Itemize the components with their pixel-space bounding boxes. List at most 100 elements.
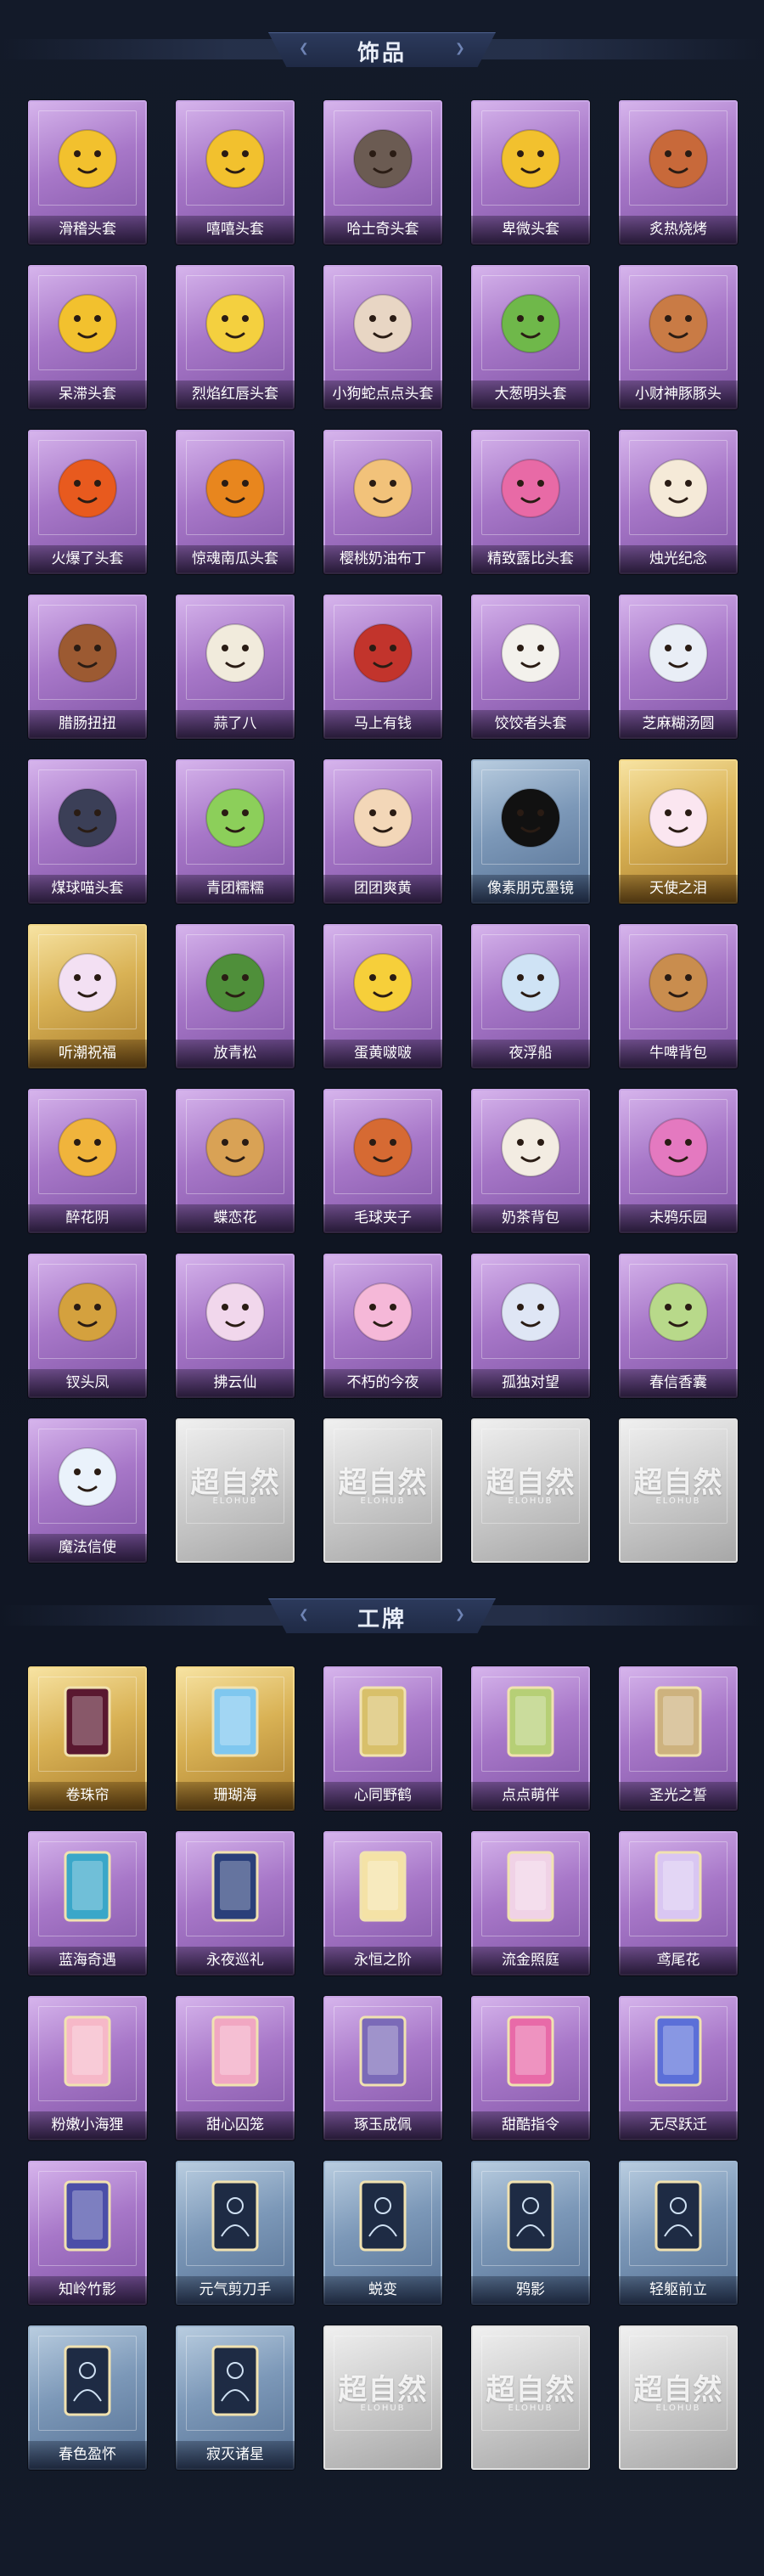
locked-card[interactable]: 超自然 ELOHUB bbox=[323, 2325, 442, 2470]
collection-card[interactable]: 元气剪刀手 bbox=[176, 2161, 295, 2305]
collection-card[interactable]: 呆滞头套 bbox=[28, 265, 147, 409]
card-art bbox=[176, 1269, 295, 1352]
locked-card[interactable]: 超自然 ELOHUB bbox=[471, 1418, 590, 1563]
collection-card[interactable]: 惊魂南瓜头套 bbox=[176, 430, 295, 574]
collection-card[interactable]: 放青松 bbox=[176, 924, 295, 1068]
collection-card[interactable]: 嘻嘻头套 bbox=[176, 100, 295, 245]
collection-card[interactable]: 火爆了头套 bbox=[28, 430, 147, 574]
card-art bbox=[619, 775, 738, 858]
collection-card[interactable]: 鸦影 bbox=[471, 2161, 590, 2305]
collection-card[interactable]: 鸢尾花 bbox=[619, 1831, 738, 1976]
card-art bbox=[28, 610, 147, 693]
collection-card[interactable]: 魔法信使 bbox=[28, 1418, 147, 1563]
collection-card[interactable]: 蜕变 bbox=[323, 2161, 442, 2305]
collection-card[interactable]: 蛋黄啵啵 bbox=[323, 924, 442, 1068]
collection-card[interactable]: 团团爽黄 bbox=[323, 759, 442, 904]
jellyfish-icon bbox=[501, 953, 560, 1012]
collection-card[interactable]: 珊瑚海 bbox=[176, 1666, 295, 1811]
collection-card[interactable]: 芝麻糊汤圆 bbox=[619, 595, 738, 739]
collection-card[interactable]: 蝶恋花 bbox=[176, 1089, 295, 1233]
collection-card[interactable]: 马上有钱 bbox=[323, 595, 442, 739]
card-label: 鸦影 bbox=[516, 2281, 545, 2298]
card-art bbox=[323, 280, 442, 364]
locked-card[interactable]: 超自然 ELOHUB bbox=[471, 2325, 590, 2470]
collection-card[interactable]: 甜酷指令 bbox=[471, 1996, 590, 2140]
collection-card[interactable]: 春信香囊 bbox=[619, 1254, 738, 1398]
collection-card[interactable]: 醉花阴 bbox=[28, 1089, 147, 1233]
collection-card[interactable]: 天使之泪 bbox=[619, 759, 738, 904]
brand-watermark-sub: ELOHUB bbox=[212, 1497, 258, 1506]
lonely-gaze-icon bbox=[501, 1282, 560, 1342]
collection-card[interactable]: 琢玉成佩 bbox=[323, 1996, 442, 2140]
card-label: 樱桃奶油布丁 bbox=[340, 550, 426, 567]
card-label: 蓝海奇遇 bbox=[59, 1952, 116, 1969]
collection-card[interactable]: 蓝海奇遇 bbox=[28, 1831, 147, 1976]
collection-card[interactable]: 不朽的今夜 bbox=[323, 1254, 442, 1398]
card-art bbox=[323, 775, 442, 858]
pumpkin-head-icon bbox=[205, 459, 265, 518]
collection-card[interactable]: 孤独对望 bbox=[471, 1254, 590, 1398]
card-art bbox=[28, 1846, 147, 1930]
collection-card[interactable]: 牛啤背包 bbox=[619, 924, 738, 1068]
brand-watermark: 超自然 bbox=[190, 1466, 280, 1500]
collection-card[interactable]: 像素朋克墨镜 bbox=[471, 759, 590, 904]
collection-card[interactable]: 大葱明头套 bbox=[471, 265, 590, 409]
collection-card[interactable]: 点点萌伴 bbox=[471, 1666, 590, 1811]
locked-card[interactable]: 超自然 ELOHUB bbox=[323, 1418, 442, 1563]
collection-card[interactable]: 心同野鹤 bbox=[323, 1666, 442, 1811]
card-art bbox=[471, 1104, 590, 1187]
collection-card[interactable]: 卷珠帘 bbox=[28, 1666, 147, 1811]
collection-card[interactable]: 未鸦乐园 bbox=[619, 1089, 738, 1233]
collection-card[interactable]: 听潮祝福 bbox=[28, 924, 147, 1068]
card-art bbox=[176, 116, 295, 199]
collection-card[interactable]: 甜心囚笼 bbox=[176, 1996, 295, 2140]
cow-beer-icon bbox=[649, 953, 708, 1012]
collection-card[interactable]: 滑稽头套 bbox=[28, 100, 147, 245]
collection-card[interactable]: 粉嫩小海狸 bbox=[28, 1996, 147, 2140]
collection-card[interactable]: 永恒之阶 bbox=[323, 1831, 442, 1976]
collection-card[interactable]: 炙热烧烤 bbox=[619, 100, 738, 245]
card-art bbox=[28, 1269, 147, 1352]
collection-card[interactable]: 青团糯糯 bbox=[176, 759, 295, 904]
collection-card[interactable]: 烛光纪念 bbox=[619, 430, 738, 574]
collection-card[interactable]: 卑微头套 bbox=[471, 100, 590, 245]
collection-card[interactable]: 夜浮船 bbox=[471, 924, 590, 1068]
card-art bbox=[619, 445, 738, 528]
card-art bbox=[28, 2341, 147, 2424]
toast-head-icon bbox=[649, 129, 708, 189]
collection-card[interactable]: 腊肠扭扭 bbox=[28, 595, 147, 739]
collection-card[interactable]: 流金照庭 bbox=[471, 1831, 590, 1976]
collection-card[interactable]: 蒜了八 bbox=[176, 595, 295, 739]
collection-card[interactable]: 哈士奇头套 bbox=[323, 100, 442, 245]
collection-card[interactable]: 无尽跃迁 bbox=[619, 1996, 738, 2140]
locked-card[interactable]: 超自然 ELOHUB bbox=[619, 2325, 738, 2470]
milktea-bag-icon bbox=[501, 1118, 560, 1177]
collection-card[interactable]: 奶茶背包 bbox=[471, 1089, 590, 1233]
collection-card[interactable]: 永夜巡礼 bbox=[176, 1831, 295, 1976]
collection-card[interactable]: 拂云仙 bbox=[176, 1254, 295, 1398]
card-art bbox=[176, 775, 295, 858]
butterfly-bell-icon bbox=[205, 1118, 265, 1177]
locked-card[interactable]: 超自然 ELOHUB bbox=[176, 1418, 295, 1563]
collection-card[interactable]: 小狗蛇点点头套 bbox=[323, 265, 442, 409]
silhouette-card-icon bbox=[507, 2180, 554, 2252]
card-art bbox=[323, 445, 442, 528]
collection-card[interactable]: 圣光之誓 bbox=[619, 1666, 738, 1811]
collection-card[interactable]: 小财神豚豚头 bbox=[619, 265, 738, 409]
bamboo-shadow-card-icon bbox=[64, 2180, 111, 2252]
collection-card[interactable]: 烈焰红唇头套 bbox=[176, 265, 295, 409]
collection-card[interactable]: 钗头凤 bbox=[28, 1254, 147, 1398]
collection-card[interactable]: 春色盈怀 bbox=[28, 2325, 147, 2470]
collection-card[interactable]: 毛球夹子 bbox=[323, 1089, 442, 1233]
collection-card[interactable]: 精致露比头套 bbox=[471, 430, 590, 574]
collection-card[interactable]: 知岭竹影 bbox=[28, 2161, 147, 2305]
collection-card[interactable]: 饺饺者头套 bbox=[471, 595, 590, 739]
collection-card[interactable]: 寂灭诸星 bbox=[176, 2325, 295, 2470]
yolk-chick-icon bbox=[353, 953, 413, 1012]
card-art bbox=[28, 1682, 147, 1765]
collection-card[interactable]: 煤球喵头套 bbox=[28, 759, 147, 904]
card-art bbox=[176, 2011, 295, 2094]
collection-card[interactable]: 轻躯前立 bbox=[619, 2161, 738, 2305]
collection-card[interactable]: 樱桃奶油布丁 bbox=[323, 430, 442, 574]
locked-card[interactable]: 超自然 ELOHUB bbox=[619, 1418, 738, 1563]
